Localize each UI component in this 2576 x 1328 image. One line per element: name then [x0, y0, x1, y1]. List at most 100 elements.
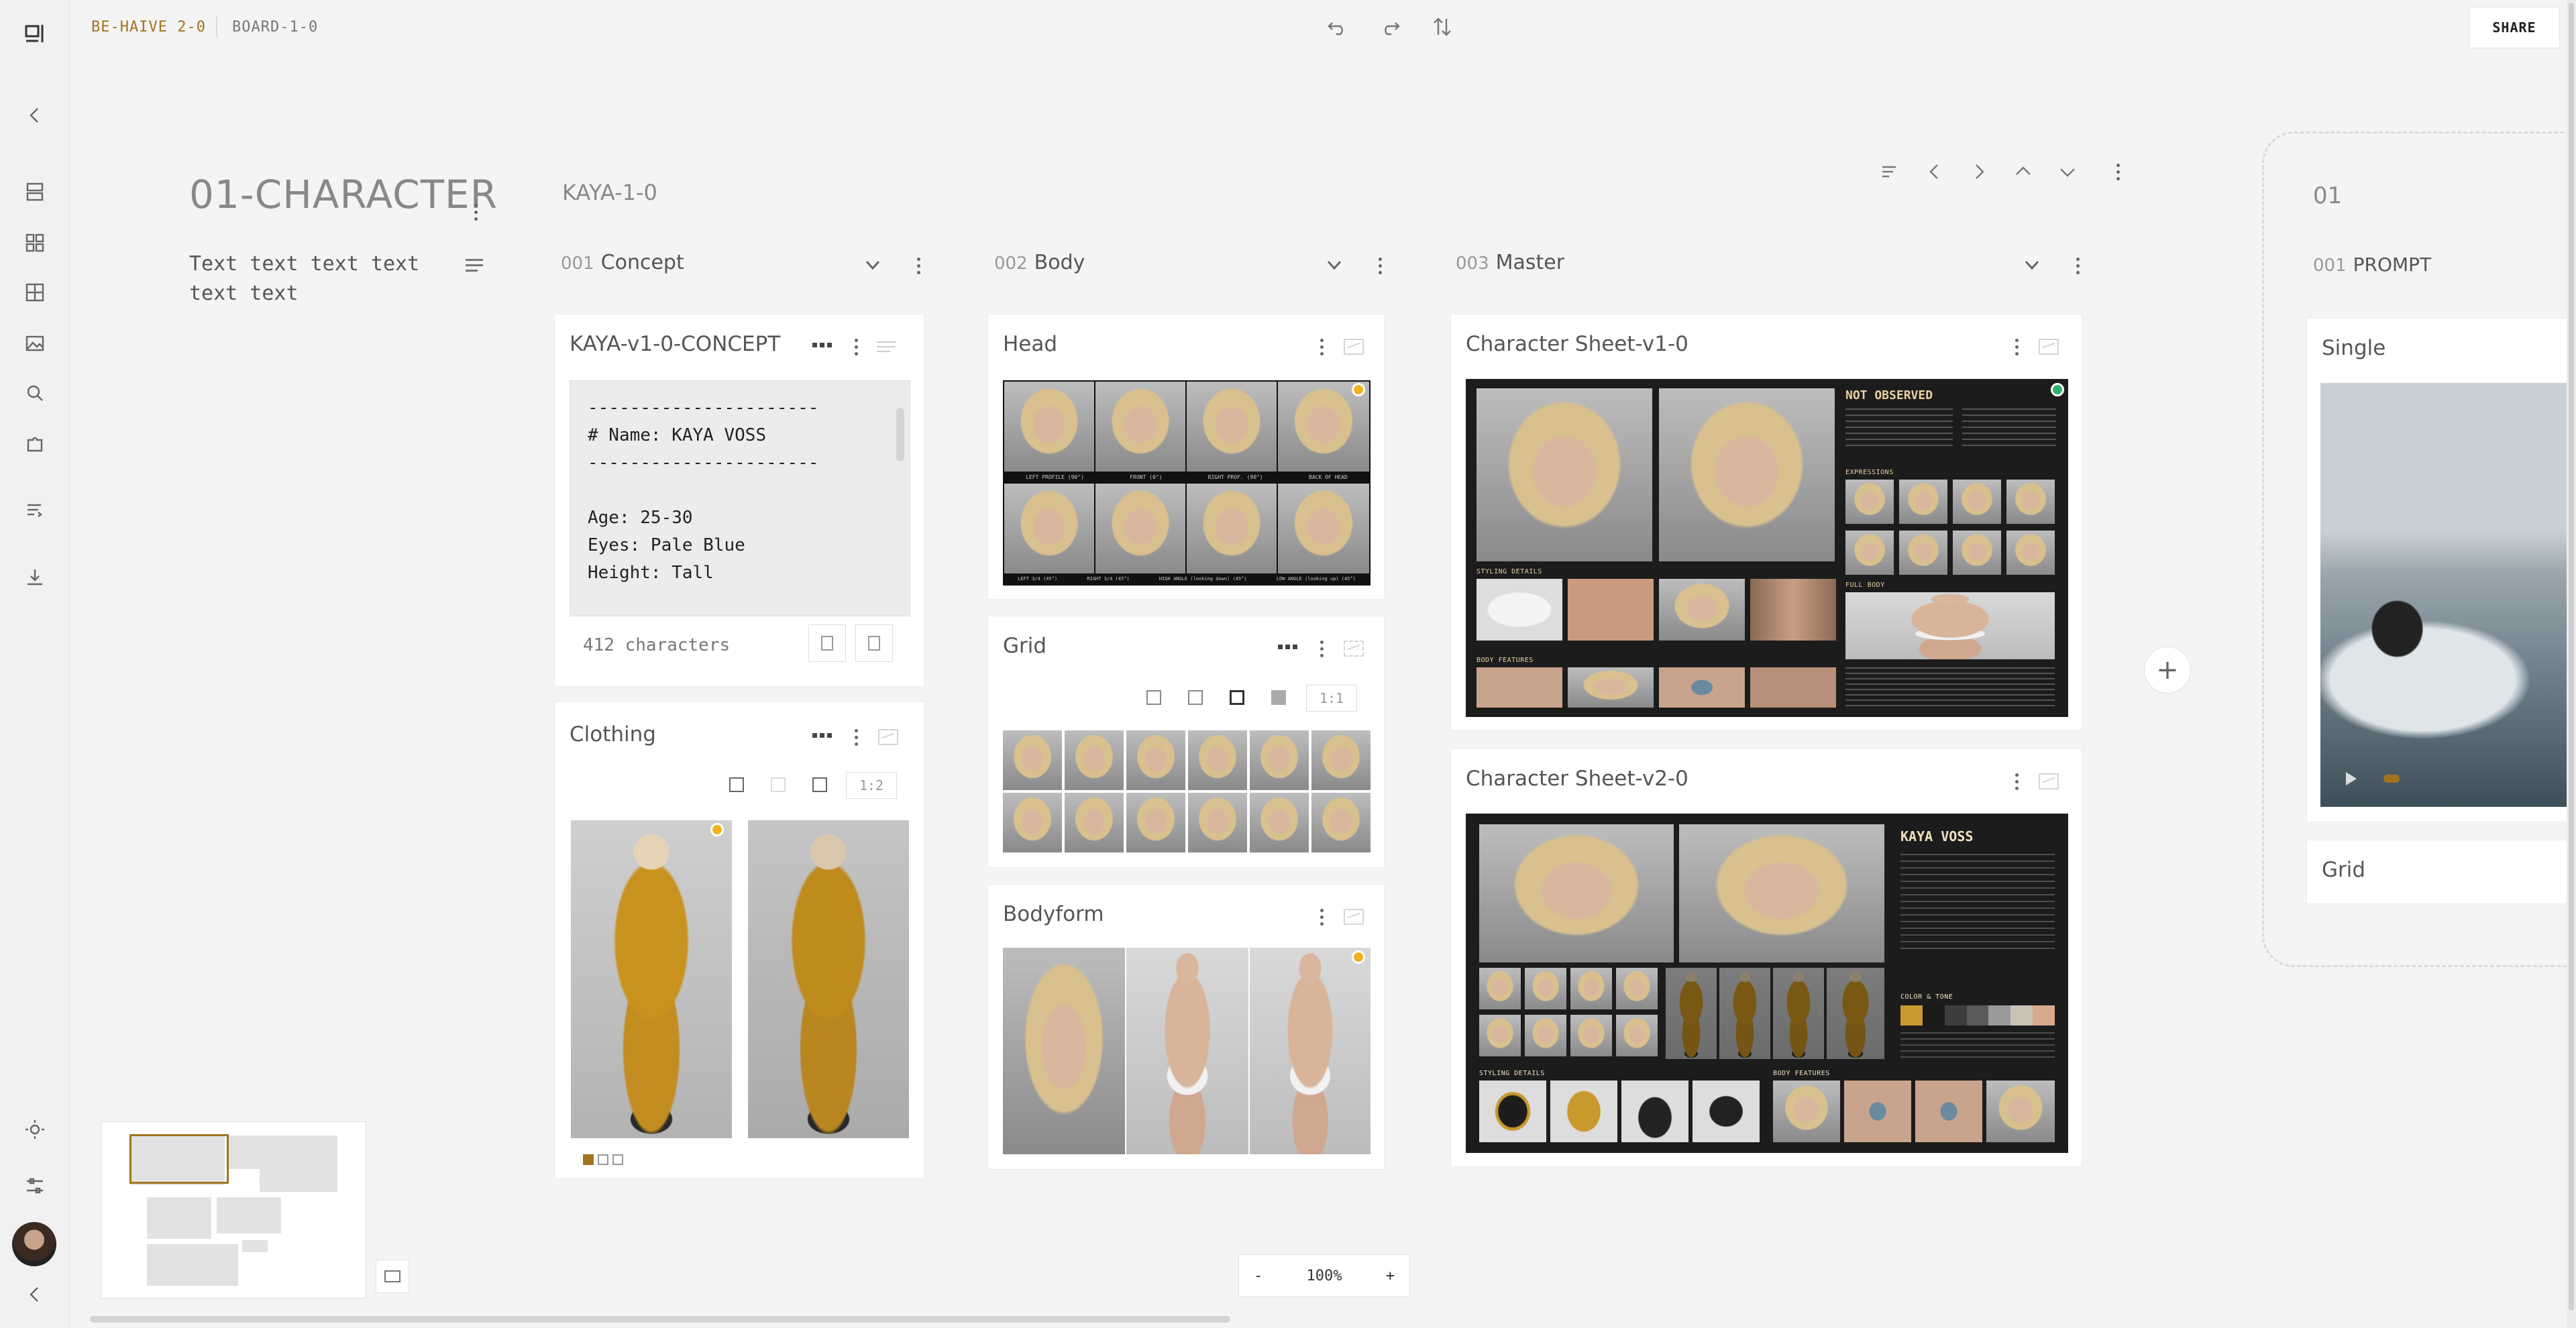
- bodyform-card[interactable]: Bodyform: [987, 884, 1385, 1170]
- paste-button[interactable]: [855, 624, 893, 662]
- layout-two-icon[interactable]: [1188, 690, 1203, 705]
- grid-card[interactable]: Grid 1:1: [987, 616, 1385, 868]
- character-sheet-v1-card[interactable]: Character Sheet-v1-0 NOT OBSERVED EXPRES…: [1450, 314, 2082, 731]
- aspect-ratio-button[interactable]: 1:2: [846, 772, 897, 799]
- jetski-video-thumbnail[interactable]: [2320, 383, 2576, 807]
- horizontal-scrollbar-thumb[interactable]: [90, 1316, 1230, 1323]
- layout-three-icon[interactable]: [1230, 690, 1244, 705]
- more-dots-icon[interactable]: [812, 343, 832, 347]
- video-progress[interactable]: [2383, 775, 2400, 783]
- board-menu-icon[interactable]: [2113, 158, 2123, 185]
- zoom-out-button[interactable]: -: [1254, 1268, 1263, 1284]
- card-menu-icon[interactable]: [851, 333, 861, 360]
- board-title[interactable]: KAYA-1-0: [562, 180, 657, 205]
- text-lines-icon[interactable]: [877, 341, 896, 352]
- logo-icon[interactable]: [21, 20, 48, 47]
- layout-three-icon[interactable]: [812, 777, 827, 792]
- card-title[interactable]: Clothing: [570, 722, 656, 746]
- column-menu-icon[interactable]: [1375, 252, 1385, 279]
- undo-icon[interactable]: [1326, 15, 1350, 42]
- card-title[interactable]: Bodyform: [1003, 902, 1104, 926]
- vertical-scrollbar[interactable]: [2567, 0, 2576, 1328]
- minimap-viewport[interactable]: [129, 1134, 229, 1184]
- up-chevron-icon[interactable]: [2011, 160, 2035, 186]
- card-menu-icon[interactable]: [851, 724, 861, 751]
- bodyform-back-image[interactable]: [1250, 948, 1371, 1154]
- back-chevron-icon[interactable]: [21, 102, 48, 129]
- copy-button[interactable]: [808, 624, 846, 662]
- search-icon[interactable]: [21, 380, 48, 406]
- more-dots-icon[interactable]: [1278, 645, 1297, 649]
- layout-two-icon[interactable]: [771, 777, 786, 792]
- prev-chevron-icon[interactable]: [1923, 160, 1947, 186]
- down-chevron-icon[interactable]: [2055, 160, 2080, 186]
- avatar[interactable]: [12, 1222, 56, 1266]
- board-list-icon[interactable]: [1878, 160, 1902, 186]
- page-indicator[interactable]: [612, 1154, 623, 1165]
- clothing-card[interactable]: Clothing 1:2: [554, 702, 924, 1179]
- group-title[interactable]: 01-CHARACTER: [189, 172, 498, 217]
- aspect-ratio-button[interactable]: 1:1: [1306, 685, 1357, 712]
- column-menu-icon[interactable]: [2073, 252, 2082, 279]
- breadcrumb-project[interactable]: BE-HAIVE 2-0: [91, 19, 206, 36]
- image-toggle-icon[interactable]: [2039, 339, 2059, 355]
- layout-four-icon[interactable]: [1271, 690, 1286, 705]
- theme-sun-icon[interactable]: [21, 1116, 48, 1143]
- concept-card[interactable]: KAYA-v1-0-CONCEPT ----------------------…: [554, 314, 924, 687]
- image-toggle-icon[interactable]: [1344, 909, 1364, 925]
- settings-sliders-icon[interactable]: [21, 1172, 48, 1199]
- character-sheet-v1-image[interactable]: NOT OBSERVED EXPRESSIONS FULL BODY STYLI…: [1466, 379, 2068, 717]
- plugin-icon[interactable]: [21, 431, 48, 457]
- clothing-back-image[interactable]: [748, 820, 909, 1138]
- group-menu-icon[interactable]: [471, 199, 480, 225]
- card-menu-icon[interactable]: [2012, 768, 2021, 795]
- column-header-body[interactable]: 002 Body: [994, 251, 1085, 274]
- page-indicator-active[interactable]: [583, 1154, 594, 1165]
- card-title[interactable]: Grid: [1003, 634, 1046, 658]
- card-title[interactable]: Single: [2322, 336, 2385, 360]
- redo-icon[interactable]: [1378, 15, 1402, 42]
- image-icon[interactable]: [21, 330, 48, 357]
- card-title[interactable]: KAYA-v1-0-CONCEPT: [570, 332, 780, 356]
- page-indicator[interactable]: [598, 1154, 608, 1165]
- sort-arrows-icon[interactable]: [1430, 15, 1454, 42]
- image-toggle-icon[interactable]: [1344, 339, 1364, 355]
- bodyform-front-image[interactable]: [1126, 948, 1248, 1154]
- grid-toggle-icon[interactable]: [1344, 641, 1364, 657]
- minimap[interactable]: [101, 1121, 366, 1298]
- card-menu-icon[interactable]: [2012, 333, 2021, 360]
- column-header-master[interactable]: 003 Master: [1456, 251, 1564, 274]
- scrollbar-thumb[interactable]: [896, 408, 904, 461]
- image-toggle-icon[interactable]: [878, 729, 898, 745]
- column-header-concept[interactable]: 001 Concept: [561, 251, 684, 274]
- face-grid-image[interactable]: [1003, 730, 1371, 852]
- download-icon[interactable]: [21, 563, 48, 590]
- bodyform-face-image[interactable]: [1003, 948, 1125, 1154]
- card-menu-icon[interactable]: [1317, 333, 1326, 360]
- add-column-button[interactable]: +: [2144, 647, 2191, 694]
- share-button[interactable]: SHARE: [2469, 7, 2560, 48]
- zoom-in-button[interactable]: +: [1386, 1268, 1395, 1284]
- head-turnaround-image[interactable]: LEFT PROFILE (90°) FRONT (0°) RIGHT PROF. …: [1003, 380, 1371, 586]
- layout-single-icon[interactable]: [1146, 690, 1161, 705]
- next-chevron-icon[interactable]: [1967, 160, 1991, 186]
- grid-layout-icon[interactable]: [21, 229, 48, 256]
- column-header-prompt[interactable]: 001 PROMPT: [2313, 254, 2431, 276]
- clothing-front-image[interactable]: [571, 820, 732, 1138]
- column-menu-icon[interactable]: [914, 252, 923, 279]
- character-sheet-v2-card[interactable]: Character Sheet-v2-0 KAYA VOSS COLOR & T…: [1450, 749, 2082, 1167]
- card-title[interactable]: Head: [1003, 332, 1057, 356]
- column-collapse-icon[interactable]: [863, 255, 883, 278]
- card-title[interactable]: Character Sheet-v1-0: [1466, 332, 1688, 356]
- image-toggle-icon[interactable]: [2039, 773, 2059, 789]
- more-dots-icon[interactable]: [812, 733, 832, 738]
- card-title[interactable]: Grid: [2322, 858, 2365, 882]
- minimap-toggle-button[interactable]: [376, 1260, 409, 1293]
- board-icon[interactable]: [21, 279, 48, 306]
- card-menu-icon[interactable]: [1317, 635, 1326, 662]
- description-lines-icon[interactable]: [466, 259, 483, 272]
- collapse-chevron-icon[interactable]: [21, 1281, 48, 1308]
- prompt-textarea[interactable]: ---------------------- # Name: KAYA VOSS -…: [570, 380, 910, 616]
- card-menu-icon[interactable]: [1317, 903, 1326, 930]
- head-card[interactable]: Head LEFT PROFILE (90°) FRONT (0°) RIGHT P…: [987, 314, 1385, 600]
